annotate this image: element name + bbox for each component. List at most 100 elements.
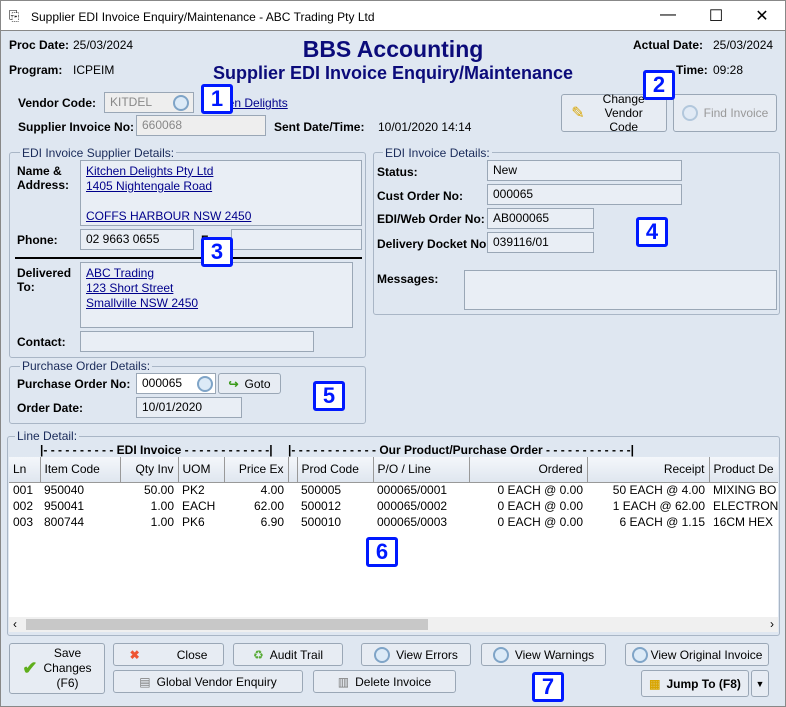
docket-label: Delivery Docket No:	[377, 237, 491, 251]
table-cell: EACH	[182, 499, 216, 513]
invoice-details-legend: EDI Invoice Details:	[383, 146, 492, 160]
table-cell: PK6	[182, 515, 205, 529]
address-line[interactable]: COFFS HARBOUR NSW 2450	[86, 209, 356, 224]
delivery-line[interactable]: 123 Short Street	[86, 281, 347, 296]
delivery-line[interactable]: ABC Trading	[86, 266, 347, 281]
phone-label: Phone:	[17, 233, 58, 247]
column-header[interactable]: Product De	[709, 457, 778, 483]
po-number-label: Purchase Order No:	[17, 377, 131, 391]
column-header[interactable]: UOM	[178, 457, 225, 483]
callout-badge: 2	[643, 70, 675, 100]
goto-button[interactable]: ↪ Goto	[218, 373, 281, 394]
audit-trail-button[interactable]: ♻ Audit Trail	[233, 643, 343, 666]
supplier-address-box[interactable]: Kitchen Delights Pty Ltd 1405 Nightengal…	[80, 160, 362, 226]
callout-badge: 3	[201, 237, 233, 267]
close-button[interactable]: ✖ Close	[113, 643, 224, 666]
delete-invoice-button[interactable]: ▥ Delete Invoice	[313, 670, 456, 693]
web-order-field[interactable]: AB000065	[487, 208, 594, 229]
save-changes-button[interactable]: ✔ Save Changes (F6)	[9, 643, 105, 694]
column-header[interactable]	[288, 457, 298, 483]
column-header[interactable]: Ordered	[469, 457, 588, 483]
column-header[interactable]: P/O / Line	[373, 457, 470, 483]
vendor-code-field[interactable]: KITDEL	[104, 92, 194, 113]
column-header[interactable]: Price Ex	[224, 457, 289, 483]
table-cell: MIXING BO	[713, 483, 777, 498]
minimize-button[interactable]: —	[653, 6, 683, 24]
delivered-to-label: Delivered To:	[17, 266, 72, 294]
view-errors-button[interactable]: View Errors	[361, 643, 471, 666]
po-details-legend: Purchase Order Details:	[20, 359, 153, 373]
web-order-label: EDI/Web Order No:	[377, 212, 485, 226]
cust-order-field[interactable]: 000065	[487, 184, 682, 205]
edi-invoice-group-header: |- - - - - - - - - - EDI Invoice - - - -…	[40, 443, 273, 457]
table-cell: 000065/0001	[377, 483, 448, 498]
proc-date: 25/03/2024	[73, 38, 134, 52]
contact-field[interactable]	[80, 331, 314, 352]
find-invoice-button[interactable]: Find Invoice	[673, 94, 777, 132]
fax-field[interactable]	[231, 229, 362, 250]
column-header[interactable]: Receipt	[587, 457, 710, 483]
callout-badge: 4	[636, 217, 668, 247]
delivery-line[interactable]: Smallville NSW 2450	[86, 296, 347, 311]
table-cell: 000065/0002	[377, 499, 448, 513]
cabinet-icon: ▤	[139, 674, 151, 689]
maximize-button[interactable]: ☐	[701, 6, 731, 26]
global-vendor-enquiry-button[interactable]: ▤ Global Vendor Enquiry	[113, 670, 303, 693]
callout-badge: 6	[366, 537, 398, 567]
close-window-button[interactable]: ✕	[747, 6, 777, 26]
search-icon[interactable]	[173, 95, 189, 111]
column-header[interactable]: Ln	[9, 457, 41, 483]
line-detail-legend: Line Detail:	[15, 429, 80, 443]
search-icon[interactable]	[197, 376, 213, 392]
table-row[interactable]: 001 950040 50.00 PK2 4.00 500005 000065/0001 0 …	[9, 482, 778, 498]
po-number-field[interactable]: 000065	[136, 373, 216, 394]
magnifier-icon	[492, 646, 509, 663]
sent-label: Sent Date/Time:	[274, 120, 365, 134]
scroll-left-icon[interactable]: ‹	[13, 617, 17, 631]
table-cell: ELECTRON	[713, 499, 778, 513]
phone-field[interactable]: 02 9663 0655	[80, 229, 194, 250]
address-line[interactable]: Kitchen Delights Pty Ltd	[86, 164, 356, 179]
table-cell	[288, 498, 297, 514]
screen-title: Supplier EDI Invoice Enquiry/Maintenance	[212, 63, 574, 83]
order-date-label: Order Date:	[17, 401, 84, 415]
view-warnings-button[interactable]: View Warnings	[481, 643, 606, 666]
table-cell: 6.90	[260, 515, 284, 529]
order-date-field[interactable]: 10/01/2020	[136, 397, 242, 418]
supplier-invoice-field[interactable]: 660068	[136, 115, 266, 136]
column-header[interactable]: Item Code	[40, 457, 121, 483]
docket-field[interactable]: 039116/01	[487, 232, 594, 253]
horizontal-scrollbar[interactable]: ‹ ›	[9, 617, 778, 632]
table-cell: 500010	[301, 515, 342, 529]
sent-datetime: 10/01/2020 14:14	[378, 120, 472, 134]
scroll-right-icon[interactable]: ›	[770, 617, 774, 631]
table-cell: 4.00	[260, 483, 284, 498]
delivered-to-box[interactable]: ABC Trading 123 Short Street Smallville …	[80, 262, 353, 328]
edit-icon: ✎	[571, 105, 585, 122]
table-cell: 950040	[44, 483, 85, 498]
program: ICPEIM	[73, 63, 115, 77]
purchase-order-group-header: |- - - - - - - - - - - - Our Product/Pur…	[288, 443, 635, 457]
time-label: Time:	[676, 63, 708, 77]
actual-date: 25/03/2024	[713, 38, 774, 52]
jump-to-dropdown[interactable]: ▼	[751, 670, 769, 697]
table-cell: 003	[13, 515, 34, 529]
table-row[interactable]: 003 800744 1.00 PK6 6.90 500010 000065/0003 0 E…	[9, 514, 778, 530]
app-title: BBS Accounting	[302, 36, 484, 62]
view-original-invoice-button[interactable]: View Original Invoice	[625, 643, 769, 666]
table-row[interactable]: 002 950041 1.00 EACH 62.00 500012 000065/0002 0…	[9, 498, 778, 514]
jump-to-button[interactable]: ▦ Jump To (F8)	[641, 670, 749, 697]
column-header[interactable]: Prod Code	[297, 457, 374, 483]
name-address-label: Name & Address:	[17, 164, 70, 192]
table-cell: 1.00	[150, 515, 174, 529]
messages-box[interactable]	[464, 270, 777, 310]
title-bar: ⎘ Supplier EDI Invoice Enquiry/Maintenan…	[0, 0, 786, 31]
column-header[interactable]: Qty Inv	[120, 457, 179, 483]
address-line[interactable]: 1405 Nightengale Road	[86, 179, 356, 194]
folders-icon: ▦	[649, 676, 661, 691]
table-cell: 1 EACH @ 62.00	[612, 499, 705, 513]
magnifier-icon	[631, 646, 648, 663]
status-field[interactable]: New	[487, 160, 682, 181]
table-cell: 500005	[301, 483, 342, 498]
scrollbar-thumb[interactable]	[26, 619, 428, 630]
